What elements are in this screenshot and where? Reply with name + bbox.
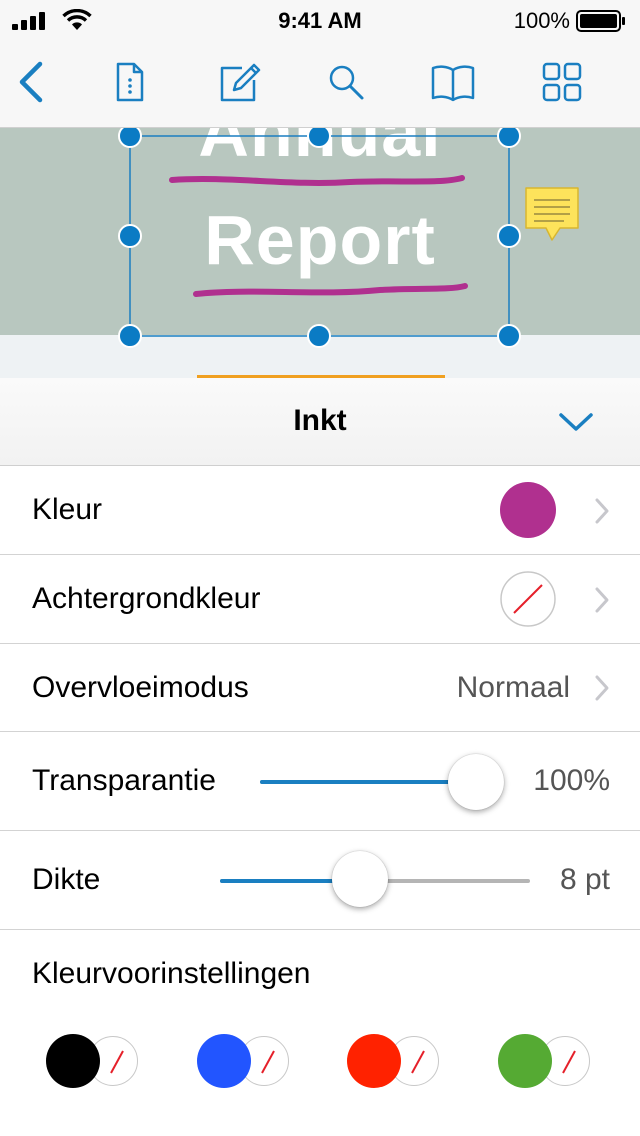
row-label: Achtergrondkleur (32, 582, 261, 615)
color-preset[interactable] (498, 1034, 594, 1090)
chevron-down-icon[interactable] (556, 406, 596, 438)
row-label: Kleur (32, 493, 103, 526)
ink-stroke-1 (169, 175, 465, 186)
thickness-slider-thumb[interactable] (332, 851, 388, 907)
thickness-value: 8 pt (559, 863, 610, 896)
thumbnails-button[interactable] (538, 58, 586, 106)
search-button[interactable] (322, 58, 370, 106)
chevron-left-icon (19, 61, 43, 103)
color-swatch (500, 482, 556, 538)
toolbar (0, 40, 640, 128)
preset-foreground-swatch (46, 1034, 100, 1088)
pencil-square-icon (220, 63, 261, 102)
bookmarks-button[interactable] (429, 58, 477, 106)
preset-foreground-swatch (498, 1034, 552, 1088)
selection-handle (307, 128, 331, 148)
row-label: Transparantie (32, 764, 216, 797)
color-preset[interactable] (46, 1034, 142, 1090)
color-preset[interactable] (347, 1034, 443, 1090)
row-color[interactable]: Kleur (0, 466, 640, 555)
document-page[interactable]: Annual Report (0, 128, 640, 378)
document-info-button[interactable] (106, 58, 154, 106)
annotation-overlay (118, 128, 521, 348)
ink-stroke-2 (193, 283, 468, 297)
row-blend-mode[interactable]: Overvloeimodus Normaal (0, 644, 640, 732)
selection-handle (118, 128, 142, 148)
selection-handle (497, 224, 521, 248)
status-bar: 9:41 AM 100% (0, 0, 640, 40)
book-open-icon (431, 65, 475, 102)
chevron-right-icon (595, 587, 609, 613)
panel-header: Inkt (0, 378, 640, 466)
annotate-button[interactable] (216, 58, 264, 106)
row-opacity: Transparantie 100% (0, 732, 640, 831)
chevron-right-icon (595, 498, 609, 524)
preset-foreground-swatch (197, 1034, 251, 1088)
row-background-color[interactable]: Achtergrondkleur (0, 555, 640, 644)
selection-handle (118, 224, 142, 248)
back-button[interactable] (8, 58, 56, 106)
selection-handle (307, 324, 331, 348)
selection-box (129, 135, 510, 337)
selection-handle (497, 128, 521, 148)
opacity-slider-thumb[interactable] (448, 754, 504, 810)
opacity-slider-fill (260, 780, 476, 784)
color-preset[interactable] (197, 1034, 293, 1090)
selection-handle (118, 324, 142, 348)
search-icon (329, 65, 364, 100)
battery-full-icon (576, 10, 625, 32)
panel-title: Inkt (293, 404, 347, 437)
row-label: Dikte (32, 863, 101, 896)
sticky-note-icon[interactable] (524, 186, 580, 242)
chevron-right-icon (595, 675, 609, 701)
grid-icon (542, 62, 582, 102)
presets-label: Kleurvoorinstellingen (32, 957, 311, 990)
blend-mode-value: Normaal (456, 671, 570, 704)
row-label: Overvloeimodus (32, 671, 249, 704)
battery-percent: 100% (513, 8, 570, 33)
document-icon (116, 62, 144, 102)
opacity-value: 100% (533, 764, 610, 797)
no-color-swatch-icon (500, 571, 556, 627)
selection-handle (497, 324, 521, 348)
preset-foreground-swatch (347, 1034, 401, 1088)
row-thickness: Dikte 8 pt (0, 831, 640, 930)
